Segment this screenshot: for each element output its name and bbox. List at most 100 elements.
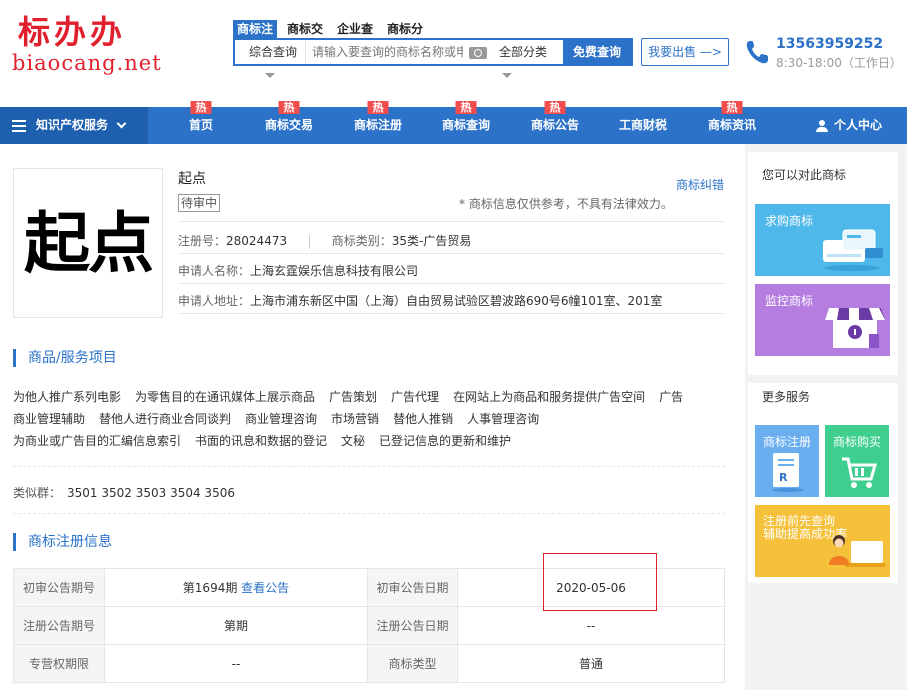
search-tabs: 商标注 商标交 易 企业查 商标分 [233,20,433,52]
tab-trademark-trade-label: 商标交 [287,22,324,36]
goods-item: 文秘 [341,434,366,448]
search-scope-select[interactable]: 综合查询 [235,40,305,78]
nav-trademark-query-label: 商标查询 [441,118,490,132]
hot-badge: 热 [278,101,300,114]
reg-info-row: 注册号：28024473 商标类别：35类-广告贸易 [178,232,471,249]
nav-trademark-announce[interactable]: 热 商标公告 [515,101,595,144]
reg-no-label: 注册号： [178,234,227,248]
similar-groups-label: 类似群： [13,486,62,500]
free-search-button[interactable]: 免费查询 [562,39,631,65]
trademark-name: 起点 [178,171,206,187]
goods-item: 广告代理 [391,390,440,404]
goods-item: 已登记信息的更新和维护 [379,434,512,448]
goods-item: 在网站上为商品和服务提供广告空间 [453,390,646,404]
tab-trademark-register[interactable]: 商标注 [233,20,278,38]
purchase-service-card[interactable]: 商标购买 [825,425,889,497]
similar-groups: 类似群： 3501 3502 3503 3504 3506 [13,484,235,501]
logo-domain[interactable]: biaocang.net [12,51,162,75]
trademark-detail: 起点 起点 商标纠错 待审中 * 商标信息仅供参考，不具有法律效力。 注册号：2… [0,144,745,690]
nav-business-tax[interactable]: 工商财税 [603,107,683,144]
hot-badge: 热 [455,101,477,114]
nav-trademark-trade-label: 商标交易 [264,118,313,132]
status-badge: 待审中 [178,194,221,212]
hot-badge: 热 [367,101,389,114]
view-announcement-link[interactable]: 查看公告 [241,581,289,595]
tab-company-query[interactable]: 企业查 [333,20,377,38]
registration-section-title: 商标注册信息 [13,533,112,551]
hot-badge: 热 [544,101,566,114]
goods-item: 广告 [659,390,684,404]
goods-item: 人事管理咨询 [467,412,540,426]
trademark-image: 起点 [13,168,163,318]
sell-trademark-button[interactable]: 我要出售 —> [641,38,729,66]
person-at-desk-icon [829,535,885,567]
category-select-value: 全部分类 [499,45,548,59]
ip-services-menu[interactable]: 知识产权服务 [0,107,148,144]
search-scope-value: 综合查询 [249,45,298,59]
goods-list: 为他人推广系列电影 为零售目的在通讯媒体上展示商品 广告策划 广告代理 在网站上为商品和… [13,386,725,452]
chevron-down-icon [502,73,513,78]
search-bar: 综合查询 全部分类 免费查询 [233,38,633,78]
table-cell-value: -- [104,644,368,683]
table-row: 注册公告期号 第期 注册公告日期 -- [13,606,725,645]
nav-trademark-query[interactable]: 热 商标查询 [426,101,506,144]
ip-services-label: 知识产权服务 [36,118,109,132]
nav-trademark-register[interactable]: 热 商标注册 [338,101,418,144]
svg-text:R: R [779,471,788,484]
nav-trademark-news[interactable]: 热 商标资讯 [692,101,772,144]
category-select[interactable]: 全部分类 [493,40,555,78]
goods-section-title: 商品/服务项目 [13,349,117,367]
goods-item: 书面的讯息和数据的登记 [195,434,328,448]
separator [308,234,310,249]
site-header: 标办办 biaocang.net 商标注 商标交 易 企业查 商标分 综合查询 … [0,0,907,107]
user-center-label: 个人中心 [834,118,883,132]
user-center-link[interactable]: 个人中心 [816,107,882,144]
tab-trademark-trade[interactable]: 商标交 易 [283,20,327,52]
chevron-down-icon [265,73,275,78]
similar-groups-value: 3501 3502 3503 3504 3506 [67,486,235,500]
trademark-dispute-link[interactable]: 商标纠错 [676,176,724,193]
buy-trademark-label: 求购商标 [765,214,814,228]
goods-item: 商业管理辅助 [13,412,86,426]
divider [178,221,725,222]
nav-home-label: 首页 [188,118,213,132]
divider [178,253,725,254]
highlight-box [543,553,657,611]
logo-chinese[interactable]: 标办办 [18,14,126,50]
nav-home[interactable]: 热 首页 [161,101,241,144]
nav-trademark-announce-label: 商标公告 [530,118,579,132]
table-cell-value: 普通 [457,644,725,683]
goods-item: 为商业或广告目的汇编信息索引 [13,434,182,448]
camera-icon[interactable] [469,45,488,59]
applicant-row: 申请人名称：上海玄霆娱乐信息科技有限公司 [178,262,418,279]
tab-trademark-class[interactable]: 商标分 [383,20,427,38]
address-row: 申请人地址：上海市浦东新区中国（上海）自由贸易试验区碧波路690号6幢101室、… [178,292,662,309]
table-cell-label: 商标类型 [367,644,458,683]
service-hours: 8:30-18:00（工作日） [776,56,902,70]
buy-trademark-card[interactable]: 求购商标 [755,204,890,276]
nav-trademark-trade[interactable]: 热 商标交易 [249,101,329,144]
card-illustration-icon [823,229,883,271]
divider [178,283,725,284]
table-cell-value: -- [457,606,725,645]
hot-badge: 热 [190,101,212,114]
prelim-issue-no: 第1694期 [182,581,238,595]
class-value: 35类-广告贸易 [391,234,472,248]
table-cell-label: 初审公告日期 [367,568,458,607]
register-service-card[interactable]: 商标注册 R [755,425,819,497]
monitor-trademark-card[interactable]: 监控商标 [755,284,890,356]
divider [13,513,725,514]
sidebar-title-actions: 您可以对此商标 [762,168,847,182]
applicant-label: 申请人名称： [178,264,251,278]
query-first-promo-card[interactable]: 注册前先查询 辅助提高成功率 [755,505,890,577]
menu-icon [12,119,26,132]
goods-item: 替他人推销 [393,412,454,426]
search-input[interactable] [305,40,464,64]
table-cell-value: 第1694期 查看公告 [104,568,368,607]
table-cell-value: 第期 [104,606,368,645]
register-service-label: 商标注册 [763,435,812,449]
main-nav: 知识产权服务 热 首页 热 商标交易 热 商标注册 热 商标查询 热 商标公告 … [0,101,907,144]
phone-number[interactable]: 13563959252 [776,36,883,52]
shop-icon [825,308,885,348]
table-cell-label: 专营权期限 [13,644,105,683]
